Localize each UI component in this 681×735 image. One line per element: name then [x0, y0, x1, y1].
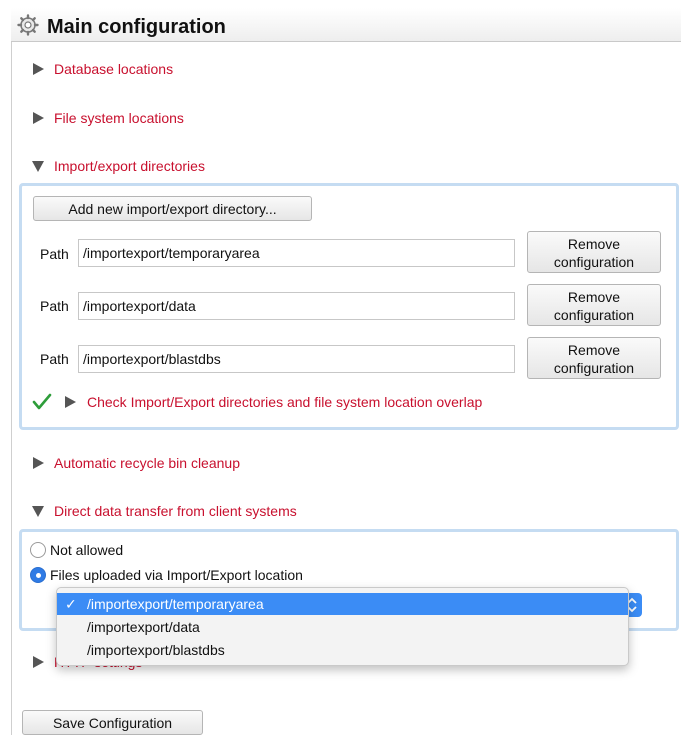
remove-label: Remove [567, 235, 621, 252]
check-overlap-row[interactable]: Check Import/Export directories and file… [32, 391, 482, 413]
remove-configuration-button[interactable]: Remove configuration [527, 284, 661, 326]
dropdown-option-label: /importexport/data [87, 619, 200, 635]
section-database-locations[interactable]: Database locations [30, 58, 173, 80]
import-export-location-dropdown[interactable]: ✓ /importexport/temporaryarea /importexp… [56, 587, 629, 666]
triangle-right-icon [65, 396, 76, 408]
configuration-label: configuration [553, 306, 635, 323]
path-label: Path [40, 351, 69, 367]
configuration-label: configuration [553, 253, 635, 270]
radio-label-not-allowed: Not allowed [50, 542, 124, 558]
checkmark-icon: ✓ [65, 596, 77, 612]
check-overlap-label[interactable]: Check Import/Export directories and file… [87, 394, 482, 410]
section-label-import-export[interactable]: Import/export directories [54, 158, 205, 174]
title-bar: Main configuration [11, 8, 681, 42]
radio-label-files-uploaded: Files uploaded via Import/Export locatio… [50, 567, 303, 583]
section-label-file-system-locations[interactable]: File system locations [54, 110, 184, 126]
triangle-down-icon [32, 161, 44, 172]
remove-configuration-button[interactable]: Remove configuration [527, 231, 661, 273]
configuration-label: configuration [553, 359, 635, 376]
section-direct-transfer[interactable]: Direct data transfer from client systems [30, 500, 297, 522]
path-input[interactable] [78, 239, 515, 267]
triangle-down-icon [32, 506, 44, 517]
path-label: Path [40, 246, 69, 262]
path-label: Path [40, 298, 69, 314]
dropdown-option-label: /importexport/blastdbs [87, 642, 225, 658]
section-recycle-bin[interactable]: Automatic recycle bin cleanup [30, 452, 240, 474]
radio-not-allowed[interactable]: Not allowed [30, 540, 123, 560]
remove-label: Remove [567, 341, 621, 358]
dropdown-option[interactable]: /importexport/blastdbs [57, 639, 628, 661]
save-configuration-button[interactable]: Save Configuration [22, 710, 203, 735]
radio-button-checked[interactable] [30, 567, 46, 583]
section-import-export[interactable]: Import/export directories [30, 155, 205, 177]
dropdown-option[interactable]: /importexport/data [57, 616, 628, 638]
checkmark-icon [32, 393, 52, 410]
remove-configuration-button[interactable]: Remove configuration [527, 337, 661, 379]
section-label-database-locations[interactable]: Database locations [54, 61, 173, 77]
triangle-right-icon [33, 112, 44, 124]
dropdown-option-selected[interactable]: ✓ /importexport/temporaryarea [57, 593, 628, 615]
remove-label: Remove [567, 288, 621, 305]
triangle-right-icon [33, 63, 44, 75]
triangle-right-icon [33, 656, 44, 668]
add-import-export-button[interactable]: Add new import/export directory... [33, 196, 312, 221]
gear-icon [17, 14, 39, 36]
section-label-recycle-bin[interactable]: Automatic recycle bin cleanup [54, 455, 240, 471]
section-label-direct-transfer[interactable]: Direct data transfer from client systems [54, 503, 297, 519]
dropdown-option-label: /importexport/temporaryarea [87, 596, 264, 612]
path-input[interactable] [78, 345, 515, 373]
radio-button[interactable] [30, 542, 46, 558]
path-input[interactable] [78, 292, 515, 320]
triangle-right-icon [33, 457, 44, 469]
page-title: Main configuration [47, 16, 226, 38]
section-file-system-locations[interactable]: File system locations [30, 107, 184, 129]
radio-files-uploaded[interactable]: Files uploaded via Import/Export locatio… [30, 565, 303, 585]
